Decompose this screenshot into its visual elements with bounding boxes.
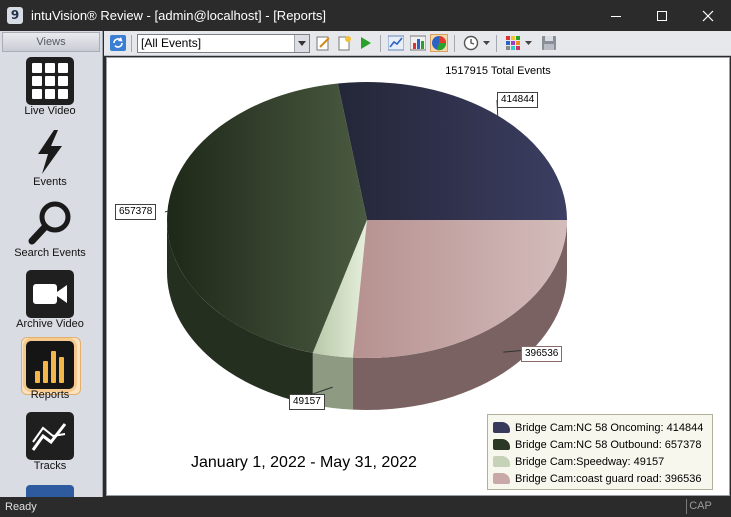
nav-next-item-partial[interactable] bbox=[26, 485, 74, 497]
line-chart-button[interactable] bbox=[387, 34, 405, 52]
nav-search-events[interactable]: Search Events bbox=[0, 199, 102, 270]
save-icon bbox=[542, 36, 556, 50]
time-range-dropdown[interactable] bbox=[481, 34, 491, 52]
slice-value-label: 414844 bbox=[497, 92, 539, 108]
views-header: Views bbox=[2, 32, 100, 52]
report-toolbar: [All Events] bbox=[104, 31, 731, 56]
caps-lock-indicator: CAP bbox=[686, 499, 714, 514]
report-date-range: January 1, 2022 - May 31, 2022 bbox=[191, 454, 417, 471]
status-text: Ready bbox=[5, 501, 37, 513]
title-bar: 9 intuVision® Review - [admin@localhost]… bbox=[0, 0, 731, 31]
legend-item-label: Bridge Cam:NC 58 Outbound: 657378 bbox=[515, 438, 702, 451]
legend-item: Bridge Cam:NC 58 Outbound: 657378 bbox=[493, 436, 707, 453]
legend-item-label: Bridge Cam:NC 58 Oncoming: 414844 bbox=[515, 421, 704, 434]
pie-chart-button[interactable] bbox=[430, 34, 448, 52]
bar-chart-icon bbox=[410, 35, 426, 51]
legend-swatch bbox=[493, 456, 510, 467]
bar-chart-icon bbox=[26, 341, 74, 389]
minimize-icon bbox=[611, 15, 621, 17]
chart-legend: Bridge Cam:NC 58 Oncoming: 414844 Bridge… bbox=[487, 414, 713, 490]
slice-value-label: 49157 bbox=[289, 394, 325, 410]
magnifier-icon bbox=[26, 199, 74, 247]
refresh-icon bbox=[110, 35, 126, 51]
legend-item-label: Bridge Cam:Speedway: 49157 bbox=[515, 455, 665, 468]
nav-events[interactable]: Events bbox=[0, 128, 102, 199]
nav-label-search-events: Search Events bbox=[14, 247, 86, 259]
grid-icon bbox=[26, 57, 74, 105]
legend-item: Bridge Cam:NC 58 Oncoming: 414844 bbox=[493, 419, 707, 436]
legend-swatch bbox=[493, 439, 510, 450]
nav-label-live-video: Live Video bbox=[24, 105, 76, 117]
slice-value-label: 657378 bbox=[115, 204, 157, 220]
nav-label-tracks: Tracks bbox=[33, 460, 67, 472]
close-icon bbox=[702, 10, 714, 21]
maximize-icon bbox=[657, 10, 667, 21]
event-filter-value: [All Events] bbox=[141, 36, 202, 50]
run-icon bbox=[361, 37, 371, 49]
legend-item: Bridge Cam:Speedway: 49157 bbox=[493, 453, 707, 470]
toolbar-separator bbox=[131, 35, 132, 52]
line-chart-icon bbox=[26, 412, 74, 460]
toolbar-separator bbox=[454, 35, 455, 52]
nav-archive-video[interactable]: Archive Video bbox=[0, 270, 102, 341]
nav-label-reports: Reports bbox=[30, 389, 70, 401]
chevron-down-icon bbox=[524, 41, 532, 45]
legend-swatch bbox=[493, 422, 510, 433]
nav-label-events: Events bbox=[33, 176, 67, 188]
toolbar-separator bbox=[496, 35, 497, 52]
pie-slices bbox=[166, 82, 567, 358]
video-camera-icon bbox=[26, 270, 74, 318]
nav-label-archive-video: Archive Video bbox=[16, 318, 84, 330]
nav-tracks[interactable]: Tracks bbox=[0, 412, 102, 483]
report-chart-area: 1517915 Total Events 414844 657378 49157… bbox=[106, 57, 730, 496]
save-button[interactable] bbox=[540, 34, 558, 52]
minimize-button[interactable] bbox=[593, 0, 639, 31]
nav-live-video[interactable]: Live Video bbox=[0, 57, 102, 128]
legend-item-label: Bridge Cam:coast guard road: 396536 bbox=[515, 472, 702, 485]
clock-icon bbox=[463, 35, 479, 51]
palette-icon bbox=[506, 36, 520, 50]
new-report-icon bbox=[338, 36, 351, 51]
legend-swatch bbox=[493, 473, 510, 484]
toolbar-separator bbox=[380, 35, 381, 52]
close-button[interactable] bbox=[685, 0, 731, 31]
bar-chart-button[interactable] bbox=[409, 34, 427, 52]
refresh-button[interactable] bbox=[109, 34, 127, 52]
color-scheme-dropdown[interactable] bbox=[523, 34, 533, 52]
window-title: intuVision® Review - [admin@localhost] -… bbox=[31, 8, 326, 23]
chevron-down-icon bbox=[482, 41, 490, 45]
edit-report-button[interactable] bbox=[314, 34, 332, 52]
status-bar: Ready CAP bbox=[0, 497, 731, 517]
time-range-button[interactable] bbox=[462, 34, 480, 52]
views-panel: Views Live Video Events Search Events Ar… bbox=[0, 31, 103, 497]
maximize-button[interactable] bbox=[639, 0, 685, 31]
lightning-icon bbox=[26, 128, 74, 176]
nav-reports[interactable]: Reports bbox=[0, 337, 102, 412]
slice-value-label: 396536 bbox=[521, 346, 563, 362]
leader-line bbox=[164, 210, 168, 213]
chevron-down-icon[interactable] bbox=[294, 35, 309, 52]
run-report-button[interactable] bbox=[356, 34, 374, 52]
edit-icon bbox=[316, 36, 330, 51]
event-filter-select[interactable]: [All Events] bbox=[137, 34, 310, 53]
app-logo-icon[interactable]: 9 bbox=[7, 7, 23, 24]
color-scheme-button[interactable] bbox=[504, 34, 522, 52]
legend-item: Bridge Cam:coast guard road: 396536 bbox=[493, 470, 707, 487]
new-report-button[interactable] bbox=[335, 34, 353, 52]
line-chart-icon bbox=[388, 35, 404, 51]
pie-chart-icon bbox=[432, 36, 447, 51]
